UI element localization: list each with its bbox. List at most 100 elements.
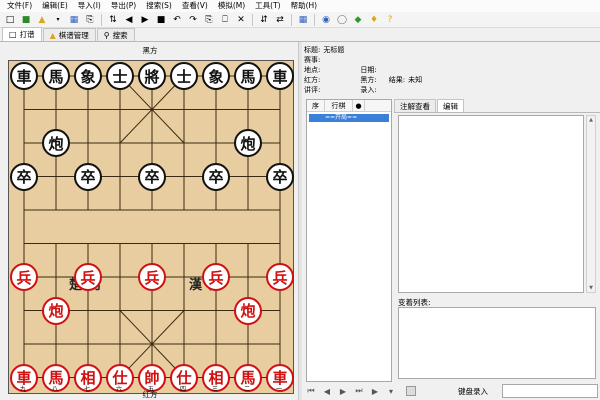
copy-icon[interactable]: ⎘	[203, 14, 215, 26]
toolbar: □ ■ ▲ ▾ ▦ ⎘ ⇅ ◀ ▶ ■ ↶ ↷ ⎘ ⎕ ✕ ⇵ ⇄ ▦ ◉ ◯ …	[0, 12, 600, 28]
play-icon[interactable]: ▶	[368, 384, 382, 398]
document-icon: □	[9, 30, 17, 39]
menu-import[interactable]: 导入(I)	[73, 0, 106, 12]
redo-icon[interactable]: ↷	[187, 14, 199, 26]
menu-export[interactable]: 导出(P)	[106, 0, 141, 12]
black-piece[interactable]: 馬	[234, 62, 262, 90]
switch-icon[interactable]: ⇄	[274, 14, 286, 26]
board-grid	[23, 75, 281, 378]
first-move-icon[interactable]: ⏮	[304, 384, 318, 398]
tab-label: 棋谱管理	[58, 30, 89, 40]
chess-board[interactable]: 楚河 漢界 車馬象士將士象馬車炮炮卒卒卒卒卒兵兵兵兵兵炮炮車馬相仕帥仕相馬車	[8, 60, 294, 394]
black-piece[interactable]: 卒	[202, 162, 230, 191]
black-piece[interactable]: 卒	[266, 162, 294, 191]
black-piece[interactable]: 象	[202, 62, 230, 90]
menu-search[interactable]: 搜索(S)	[141, 0, 177, 12]
tab-edit-notes[interactable]: 编辑	[437, 99, 464, 112]
title-value: 无标题	[323, 46, 345, 54]
undo-icon[interactable]: ↶	[171, 14, 183, 26]
menu-view[interactable]: 查看(V)	[177, 0, 213, 12]
keyboard-input-label: 键盘录入	[458, 387, 488, 396]
black-piece[interactable]: 車	[266, 62, 294, 90]
result-value: 未知	[408, 76, 423, 84]
open-icon[interactable]: ▲	[36, 14, 48, 26]
menu-bar: 文件(F) 编辑(E) 导入(I) 导出(P) 搜索(S) 查看(V) 模拟(M…	[0, 0, 600, 12]
scroll-down-icon[interactable]: ▼	[587, 284, 595, 292]
paste-icon[interactable]: ⎕	[219, 14, 231, 26]
delete-icon[interactable]: ✕	[235, 14, 247, 26]
variation-icon[interactable]: ▾	[384, 384, 398, 398]
menu-tools[interactable]: 工具(T)	[250, 0, 285, 12]
move-list[interactable]: 序 行棋 ● ==开局==	[306, 99, 392, 382]
red-piece[interactable]: 兵	[266, 263, 294, 291]
red-piece[interactable]: 兵	[10, 263, 38, 291]
next-move-icon[interactable]: ▶	[336, 384, 350, 398]
help-icon[interactable]: ?	[384, 14, 396, 26]
red-piece[interactable]: 兵	[74, 263, 102, 291]
black-label: 黑方:	[360, 76, 377, 84]
dropdown-icon[interactable]: ▾	[52, 14, 64, 26]
black-piece[interactable]: 卒	[10, 162, 38, 191]
print-icon[interactable]: ⎘	[84, 14, 96, 26]
main-tabs: □ 打谱 ▲ 棋谱管理 ⚲ 搜索	[0, 27, 600, 42]
toolbar-separator	[314, 13, 315, 26]
scroll-up-icon[interactable]: ▲	[587, 116, 595, 124]
col-mark: ●	[353, 100, 365, 111]
black-piece[interactable]: 車	[10, 62, 38, 90]
black-piece[interactable]: 象	[74, 62, 102, 90]
bottom-side-label: 红方	[142, 390, 158, 399]
black-piece[interactable]: 卒	[74, 162, 102, 191]
flip-icon[interactable]: ⇅	[107, 14, 119, 26]
board-area: 黑方 123456789 楚河 漢界 車馬象士將士象馬車炮炮卒卒卒卒卒兵兵兵兵兵…	[0, 42, 300, 400]
recorder-label: 录入:	[360, 86, 377, 94]
menu-edit[interactable]: 编辑(E)	[37, 0, 73, 12]
tab-search[interactable]: ⚲ 搜索	[96, 28, 135, 41]
folder-icon: ▲	[49, 30, 56, 40]
up-down-icon[interactable]: ⇵	[258, 14, 270, 26]
list-item[interactable]: ==开局==	[309, 114, 389, 122]
black-piece[interactable]: 士	[106, 62, 134, 90]
key-icon[interactable]: ♦	[368, 14, 380, 26]
black-piece[interactable]: 馬	[42, 62, 70, 90]
toolbar-separator	[252, 13, 253, 26]
gift-icon[interactable]: ◆	[352, 14, 364, 26]
game-info-panel: 标题: 无标题 赛事: 地点: 日期: 红方: 黑方: 结果: 未知 讲评: 录入:	[302, 42, 600, 98]
menu-file[interactable]: 文件(F)	[2, 0, 37, 12]
black-piece[interactable]: 將	[138, 62, 166, 90]
variation-list[interactable]	[398, 307, 596, 379]
toolbar-separator	[101, 13, 102, 26]
new-icon[interactable]: □	[4, 14, 16, 26]
black-piece[interactable]: 炮	[42, 129, 70, 157]
prev-icon[interactable]: ▶	[139, 14, 151, 26]
engine-icon[interactable]: ◉	[320, 14, 332, 26]
save-icon[interactable]: ■	[20, 14, 32, 26]
red-piece[interactable]: 兵	[202, 263, 230, 291]
red-piece[interactable]: 炮	[42, 296, 70, 325]
last-move-icon[interactable]: ⏭	[352, 384, 366, 398]
save-as-icon[interactable]: ▦	[68, 14, 80, 26]
event-label: 赛事:	[304, 56, 321, 64]
notes-scrollbar[interactable]: ▲ ▼	[586, 115, 596, 293]
board-icon[interactable]: ▦	[297, 14, 309, 26]
menu-simulate[interactable]: 模拟(M)	[213, 0, 250, 12]
tab-play[interactable]: □ 打谱	[2, 27, 42, 41]
result-label: 结果:	[388, 76, 406, 84]
keyboard-input[interactable]	[502, 384, 598, 398]
red-piece[interactable]: 兵	[138, 263, 166, 291]
prev-move-icon[interactable]: ◀	[320, 384, 334, 398]
nav-slider[interactable]	[406, 386, 416, 396]
red-label: 红方:	[304, 76, 321, 84]
stop-icon[interactable]: ■	[155, 14, 167, 26]
tab-game-manage[interactable]: ▲ 棋谱管理	[42, 28, 96, 41]
red-piece[interactable]: 炮	[234, 296, 262, 325]
black-piece[interactable]: 士	[170, 62, 198, 90]
black-piece[interactable]: 炮	[234, 129, 262, 157]
black-piece[interactable]: 卒	[138, 162, 166, 191]
menu-help[interactable]: 帮助(H)	[286, 0, 323, 12]
notes-textarea[interactable]	[398, 115, 584, 293]
tab-view-notes[interactable]: 注解查看	[394, 99, 436, 112]
analyze-icon[interactable]: ◯	[336, 14, 348, 26]
tab-label: 搜索	[112, 30, 128, 40]
first-icon[interactable]: ◀	[123, 14, 135, 26]
tab-label: 打谱	[19, 30, 35, 39]
